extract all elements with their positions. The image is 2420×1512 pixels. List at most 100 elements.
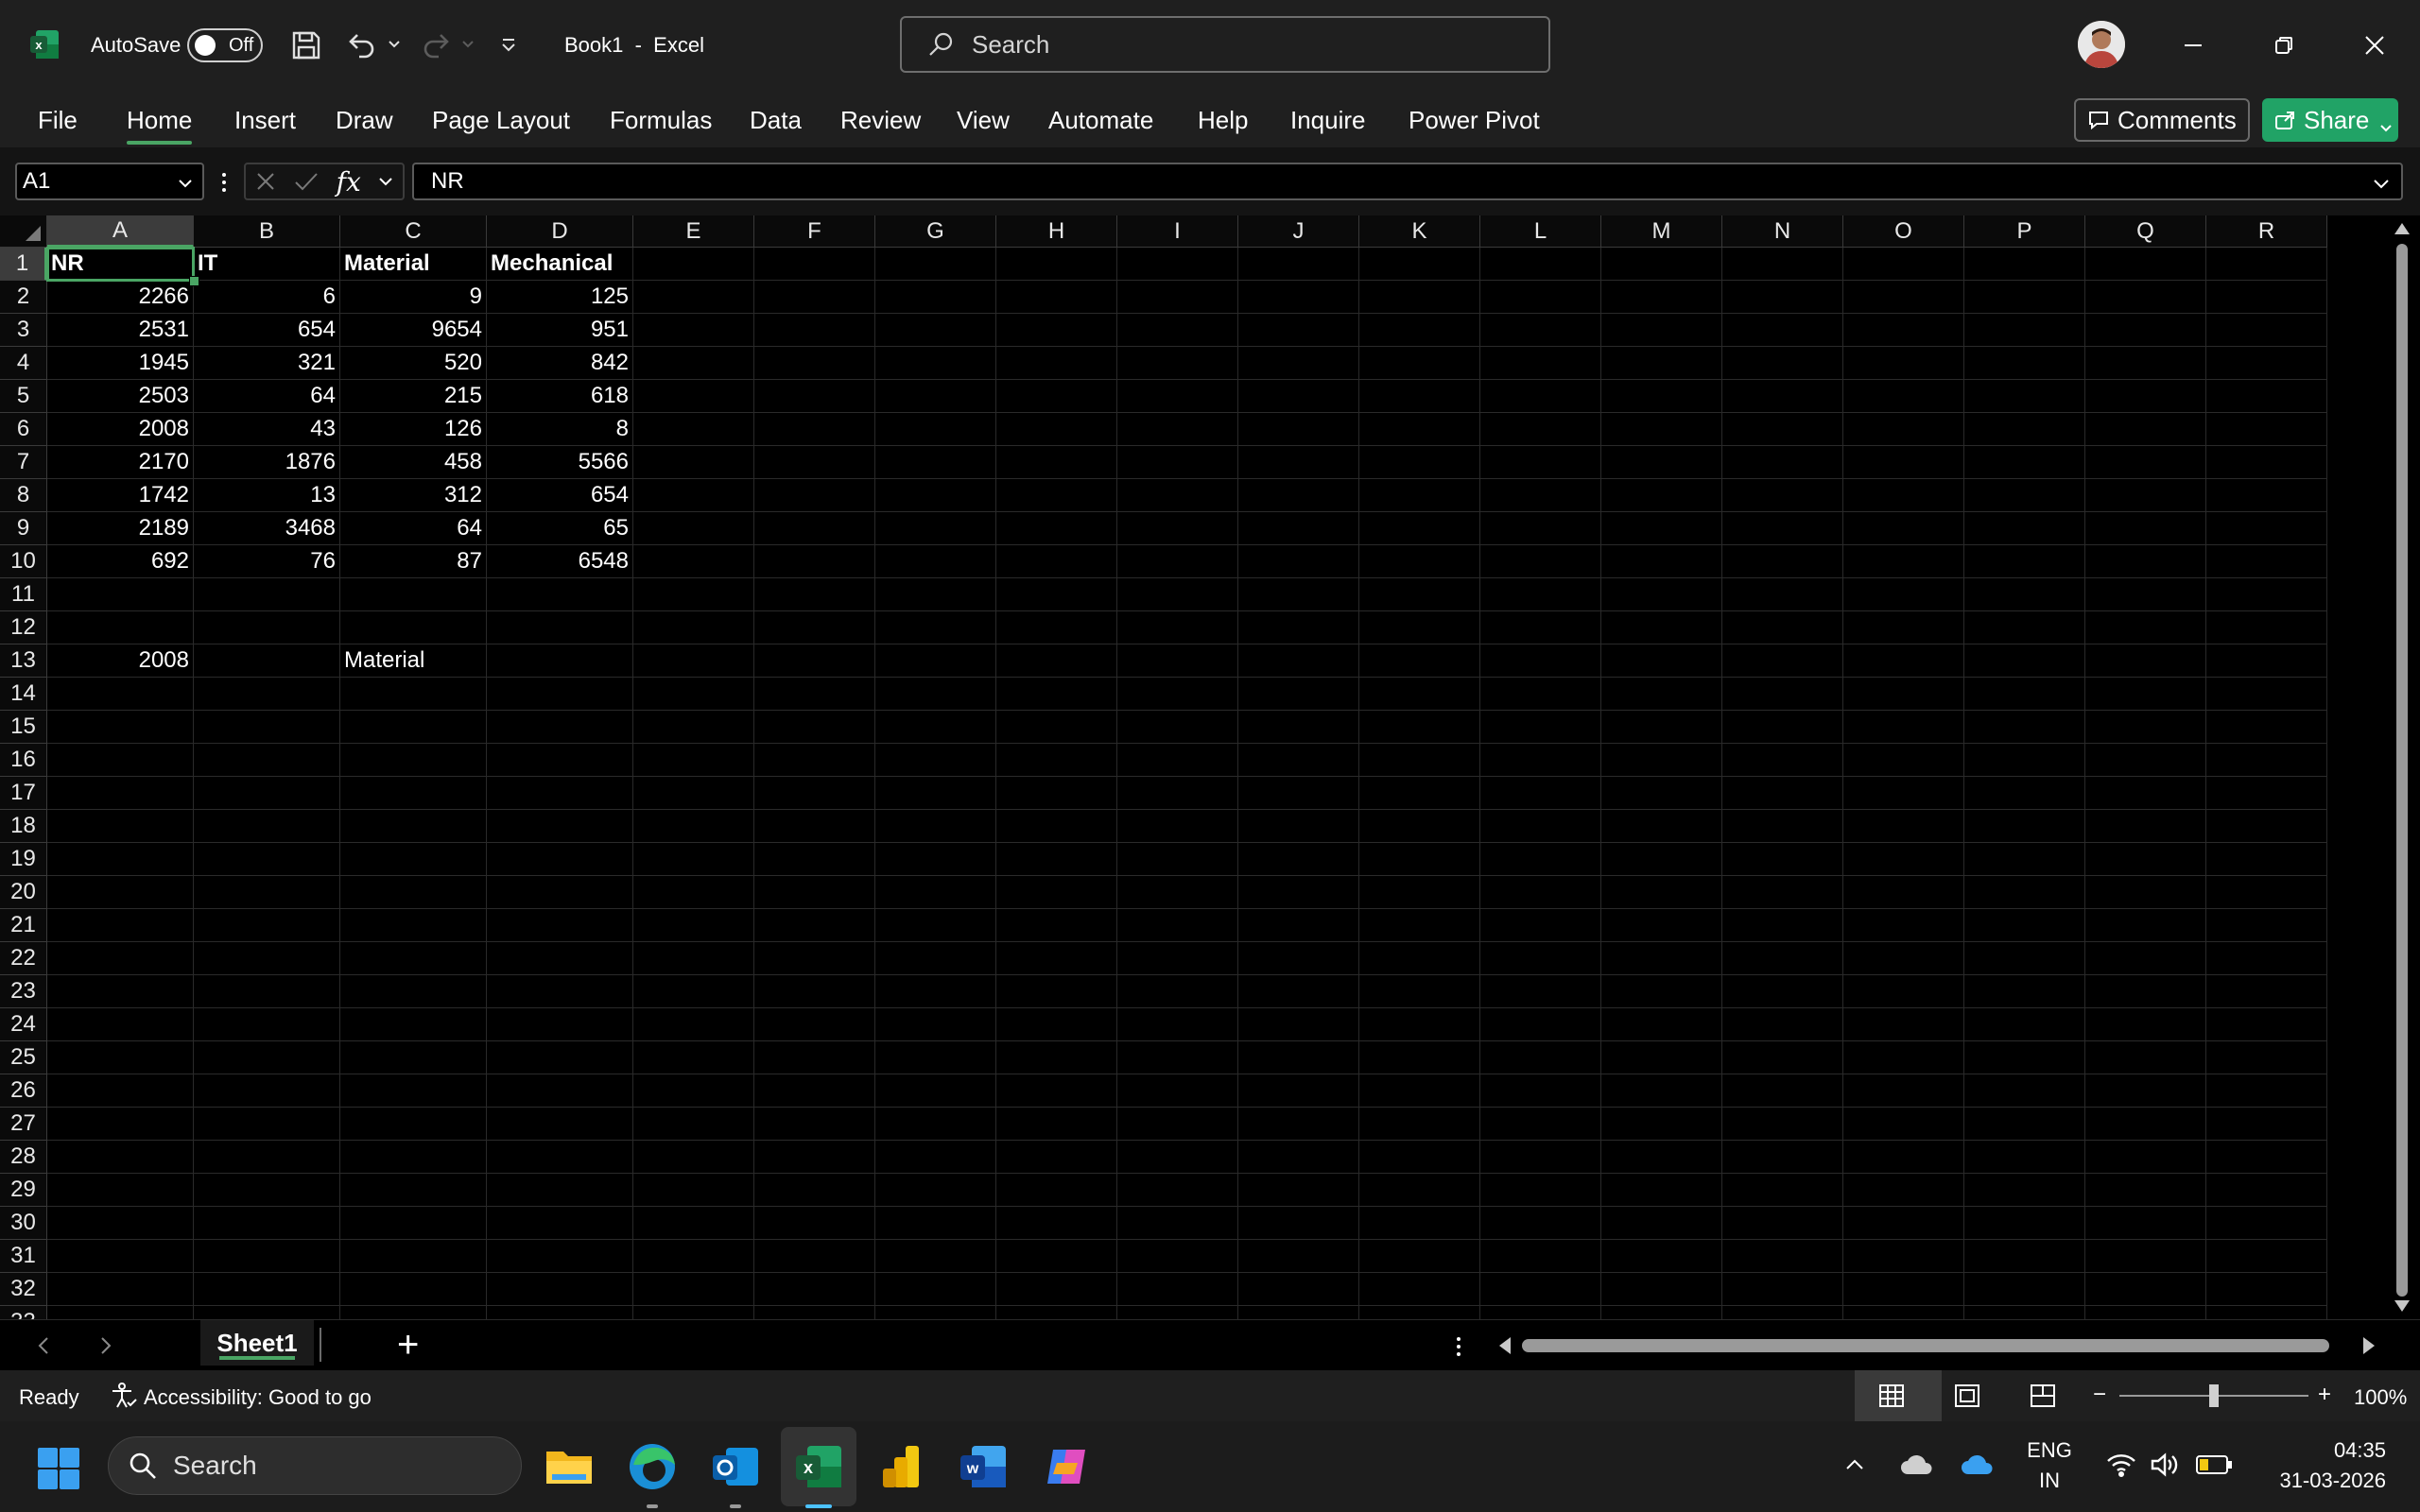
- zoom-slider-thumb[interactable]: [2209, 1384, 2219, 1407]
- vertical-scrollbar[interactable]: [2384, 215, 2420, 1319]
- cell-d18[interactable]: [487, 810, 633, 843]
- cell-r7[interactable]: [2206, 446, 2327, 479]
- insert-function-icon[interactable]: fx: [337, 166, 361, 198]
- cell-i5[interactable]: [1117, 380, 1238, 413]
- cell-l27[interactable]: [1480, 1108, 1601, 1141]
- cell-j3[interactable]: [1238, 314, 1359, 347]
- column-header-a[interactable]: A: [47, 215, 194, 248]
- cell-r23[interactable]: [2206, 975, 2327, 1008]
- cell-g14[interactable]: [875, 678, 996, 711]
- cell-d29[interactable]: [487, 1174, 633, 1207]
- cell-e22[interactable]: [633, 942, 754, 975]
- cloud-sync-icon[interactable]: [1900, 1450, 1934, 1478]
- add-sheet-button[interactable]: +: [397, 1324, 419, 1366]
- row-header-27[interactable]: 27: [0, 1108, 47, 1141]
- vertical-scroll-thumb[interactable]: [2396, 244, 2408, 1297]
- cell-o15[interactable]: [1843, 711, 1964, 744]
- cell-h2[interactable]: [996, 281, 1117, 314]
- cell-h23[interactable]: [996, 975, 1117, 1008]
- cell-d24[interactable]: [487, 1008, 633, 1041]
- tab-page-layout[interactable]: Page Layout: [432, 106, 570, 135]
- cell-h5[interactable]: [996, 380, 1117, 413]
- cell-d9[interactable]: 65: [487, 512, 633, 545]
- cell-b2[interactable]: 6: [194, 281, 340, 314]
- cell-q18[interactable]: [2085, 810, 2206, 843]
- cell-k18[interactable]: [1359, 810, 1480, 843]
- cell-r26[interactable]: [2206, 1074, 2327, 1108]
- cell-c1[interactable]: Material: [340, 248, 487, 281]
- cell-a21[interactable]: [47, 909, 194, 942]
- row-header-14[interactable]: 14: [0, 678, 47, 711]
- cell-b14[interactable]: [194, 678, 340, 711]
- cell-j17[interactable]: [1238, 777, 1359, 810]
- column-header-p[interactable]: P: [1964, 215, 2085, 248]
- cell-r1[interactable]: [2206, 248, 2327, 281]
- cell-p23[interactable]: [1964, 975, 2085, 1008]
- tab-power-pivot[interactable]: Power Pivot: [1409, 106, 1540, 135]
- cell-k3[interactable]: [1359, 314, 1480, 347]
- cell-h26[interactable]: [996, 1074, 1117, 1108]
- row-header-30[interactable]: 30: [0, 1207, 47, 1240]
- search-input[interactable]: Search: [900, 16, 1550, 73]
- cell-e26[interactable]: [633, 1074, 754, 1108]
- cell-d28[interactable]: [487, 1141, 633, 1174]
- cell-m8[interactable]: [1601, 479, 1722, 512]
- cell-f14[interactable]: [754, 678, 875, 711]
- cell-d8[interactable]: 654: [487, 479, 633, 512]
- cell-o13[interactable]: [1843, 644, 1964, 678]
- cell-g9[interactable]: [875, 512, 996, 545]
- cell-f8[interactable]: [754, 479, 875, 512]
- cell-f26[interactable]: [754, 1074, 875, 1108]
- cell-a2[interactable]: 2266: [47, 281, 194, 314]
- cell-p6[interactable]: [1964, 413, 2085, 446]
- cell-a16[interactable]: [47, 744, 194, 777]
- cell-f1[interactable]: [754, 248, 875, 281]
- cell-n32[interactable]: [1722, 1273, 1843, 1306]
- cell-j9[interactable]: [1238, 512, 1359, 545]
- cell-i10[interactable]: [1117, 545, 1238, 578]
- cell-c2[interactable]: 9: [340, 281, 487, 314]
- cell-k11[interactable]: [1359, 578, 1480, 611]
- cell-c14[interactable]: [340, 678, 487, 711]
- cell-l8[interactable]: [1480, 479, 1601, 512]
- cell-g23[interactable]: [875, 975, 996, 1008]
- language-code[interactable]: ENG: [2025, 1438, 2074, 1463]
- tab-automate[interactable]: Automate: [1048, 106, 1153, 135]
- cell-h33[interactable]: [996, 1306, 1117, 1319]
- cell-m23[interactable]: [1601, 975, 1722, 1008]
- cell-f25[interactable]: [754, 1041, 875, 1074]
- cell-p15[interactable]: [1964, 711, 2085, 744]
- cell-j28[interactable]: [1238, 1141, 1359, 1174]
- cell-c12[interactable]: [340, 611, 487, 644]
- cell-g31[interactable]: [875, 1240, 996, 1273]
- cell-i6[interactable]: [1117, 413, 1238, 446]
- cell-c22[interactable]: [340, 942, 487, 975]
- cell-r14[interactable]: [2206, 678, 2327, 711]
- cell-h27[interactable]: [996, 1108, 1117, 1141]
- cell-e2[interactable]: [633, 281, 754, 314]
- cell-c17[interactable]: [340, 777, 487, 810]
- column-header-r[interactable]: R: [2206, 215, 2327, 248]
- cell-n31[interactable]: [1722, 1240, 1843, 1273]
- cell-j12[interactable]: [1238, 611, 1359, 644]
- cell-n5[interactable]: [1722, 380, 1843, 413]
- cell-d12[interactable]: [487, 611, 633, 644]
- volume-icon[interactable]: [2150, 1452, 2180, 1478]
- cell-l17[interactable]: [1480, 777, 1601, 810]
- cell-a29[interactable]: [47, 1174, 194, 1207]
- cell-n29[interactable]: [1722, 1174, 1843, 1207]
- cell-i13[interactable]: [1117, 644, 1238, 678]
- row-header-15[interactable]: 15: [0, 711, 47, 744]
- cell-d10[interactable]: 6548: [487, 545, 633, 578]
- cell-a27[interactable]: [47, 1108, 194, 1141]
- cell-b9[interactable]: 3468: [194, 512, 340, 545]
- cell-l22[interactable]: [1480, 942, 1601, 975]
- cell-p2[interactable]: [1964, 281, 2085, 314]
- cell-a23[interactable]: [47, 975, 194, 1008]
- cell-c32[interactable]: [340, 1273, 487, 1306]
- cell-g20[interactable]: [875, 876, 996, 909]
- cell-j4[interactable]: [1238, 347, 1359, 380]
- cell-n9[interactable]: [1722, 512, 1843, 545]
- cell-g3[interactable]: [875, 314, 996, 347]
- cell-e12[interactable]: [633, 611, 754, 644]
